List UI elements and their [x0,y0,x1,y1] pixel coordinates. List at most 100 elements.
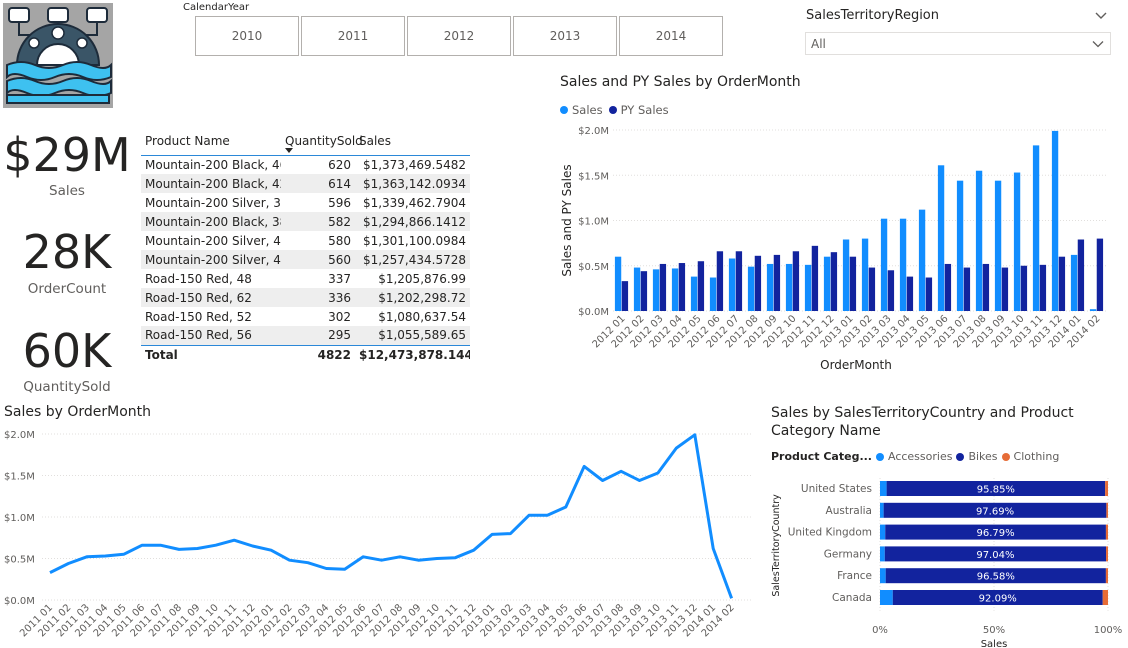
x-axis-title: Sales [981,639,1008,648]
legend-category: Product Categ... Accessories Bikes Cloth… [771,450,1059,463]
kpi-sales-value: $29M [3,128,131,182]
y-tick-label: $1.0M [578,217,609,228]
year-option-2011[interactable]: 2011 [301,16,405,56]
sales-cell: $1,055,589.65 [378,328,466,343]
product-name-cell: Road-150 Red, 56 [145,328,252,343]
legend-accessories-marker [875,452,884,461]
bar-sales [918,209,926,311]
table-row[interactable]: Mountain-200 Silver, 38 596 $1,339,462.790… [141,193,470,212]
legend-bikes-label[interactable]: Bikes [968,450,997,463]
legend-sales-marker [560,106,568,114]
y-tick-label: $2.0M [4,430,35,441]
bar-sales [823,256,831,311]
bar-py-sales [716,251,724,311]
bar-sales [766,263,774,311]
bar-py-sales [1039,264,1047,311]
chart-title-sales-py: Sales and PY Sales by OrderMonth [560,74,801,90]
kpi-ordercount-value: 28K [22,225,112,279]
total-quantity: 4822 [317,347,351,362]
bar-py-sales [830,252,838,311]
kpi-quantitysold-value: 60K [22,324,112,378]
legend-sales-py: Sales PY Sales [560,103,669,117]
product-name-cell: Mountain-200 Silver, 38 [145,195,281,210]
product-name-cell: Road-150 Red, 62 [145,290,252,305]
table-row[interactable]: Road-150 Red, 62 336 $1,202,298.72 [141,288,470,307]
bar-py-sales [678,263,686,311]
x-tick-label: 100% [1094,625,1123,636]
table-row[interactable]: Road-150 Red, 48 337 $1,205,876.99 [141,269,470,288]
bar-py-sales [621,281,629,311]
bar-segment-clothing [1106,502,1108,518]
table-total-row: Total 4822 $12,473,878.1444 [141,345,470,364]
bar-py-sales [754,255,762,311]
bar-py-sales [925,277,933,311]
bar-sales [633,267,641,311]
product-name-cell: Mountain-200 Silver, 42 [145,252,281,267]
legend-accessories-label[interactable]: Accessories [888,450,952,463]
region-dropdown[interactable]: All [805,32,1111,55]
legend-category-title: Product Categ... [771,450,872,463]
y-tick-label: Australia [826,505,872,517]
bar-sales [690,276,698,311]
chevron-down-icon[interactable] [1094,8,1108,22]
year-option-2013[interactable]: 2013 [513,16,617,56]
year-option-2010[interactable]: 2010 [195,16,299,56]
table-row[interactable]: Mountain-200 Silver, 42 560 $1,257,434.572… [141,250,470,269]
year-option-2014[interactable]: 2014 [619,16,723,56]
bar-sales [652,269,660,311]
product-sales-table: Product Name QuantitySold Sales Mountain… [141,128,471,364]
column-header-product-name[interactable]: Product Name [141,128,281,155]
legend-sales-label[interactable]: Sales [572,103,603,117]
table-row[interactable]: Mountain-200 Black, 42 614 $1,363,142.0934 [141,174,470,193]
quantity-sold-cell: 336 [328,290,351,305]
table-row[interactable]: Road-150 Red, 56 295 $1,055,589.65 [141,326,470,345]
y-tick-label: $1.5M [4,472,35,483]
bar-sales [728,258,736,311]
bar-sales [1032,145,1040,311]
y-tick-label: $0.0M [4,596,35,607]
table-row[interactable]: Mountain-200 Silver, 46 580 $1,301,100.098… [141,231,470,250]
y-tick-label: United States [801,483,872,495]
bar-py-sales [887,270,895,311]
bar-sales [1089,309,1097,311]
sales-cell: $1,202,298.72 [378,290,466,305]
region-selected-value: All [811,37,826,51]
bar-segment-accessories [880,568,886,584]
bar-py-sales [697,261,705,311]
bar-sales [1013,172,1021,311]
bar-py-sales [773,254,781,311]
x-tick-label: 50% [983,625,1005,636]
table-row[interactable]: Mountain-200 Black, 46 620 $1,373,469.5482 [141,155,470,174]
legend-clothing-label[interactable]: Clothing [1014,450,1060,463]
table-row[interactable]: Road-150 Red, 52 302 $1,080,637.54 [141,307,470,326]
y-tick-label: $1.5M [578,171,609,182]
bar-sales [1070,254,1078,311]
column-header-label: QuantitySold [285,134,363,149]
column-header-sales[interactable]: Sales [355,128,470,155]
chart-title-sales-line: Sales by OrderMonth [4,404,151,420]
bar-py-sales [906,276,914,311]
bar-sales [842,239,850,311]
quantity-sold-cell: 337 [328,271,351,286]
year-option-2012[interactable]: 2012 [407,16,511,56]
legend-py-sales-label[interactable]: PY Sales [621,103,669,117]
bar-sales [671,268,679,311]
x-tick-label: 0% [872,625,888,636]
bar-segment-clothing [1102,590,1108,605]
bar-py-sales [1077,239,1085,311]
data-label: 96.79% [977,528,1015,539]
bar-py-sales [640,271,648,311]
quantity-sold-cell: 582 [328,214,351,229]
bar-segment-accessories [880,546,885,562]
bar-sales [994,180,1002,311]
y-axis-title: Sales and PY Sales [560,164,574,276]
bar-py-sales [849,256,857,311]
y-axis-title: SalesTerritoryCountry [771,494,782,597]
bar-segment-accessories [880,590,893,605]
bar-py-sales [1058,256,1066,311]
column-header-quantity-sold[interactable]: QuantitySold [281,128,363,155]
chart-title-country-category: Sales by SalesTerritoryCountry and Produ… [771,405,1074,439]
table-row[interactable]: Mountain-200 Black, 38 582 $1,294,866.1412 [141,212,470,231]
sales-cell: $1,257,434.5728 [362,252,466,267]
kpi-ordercount-label: OrderCount [27,281,107,297]
